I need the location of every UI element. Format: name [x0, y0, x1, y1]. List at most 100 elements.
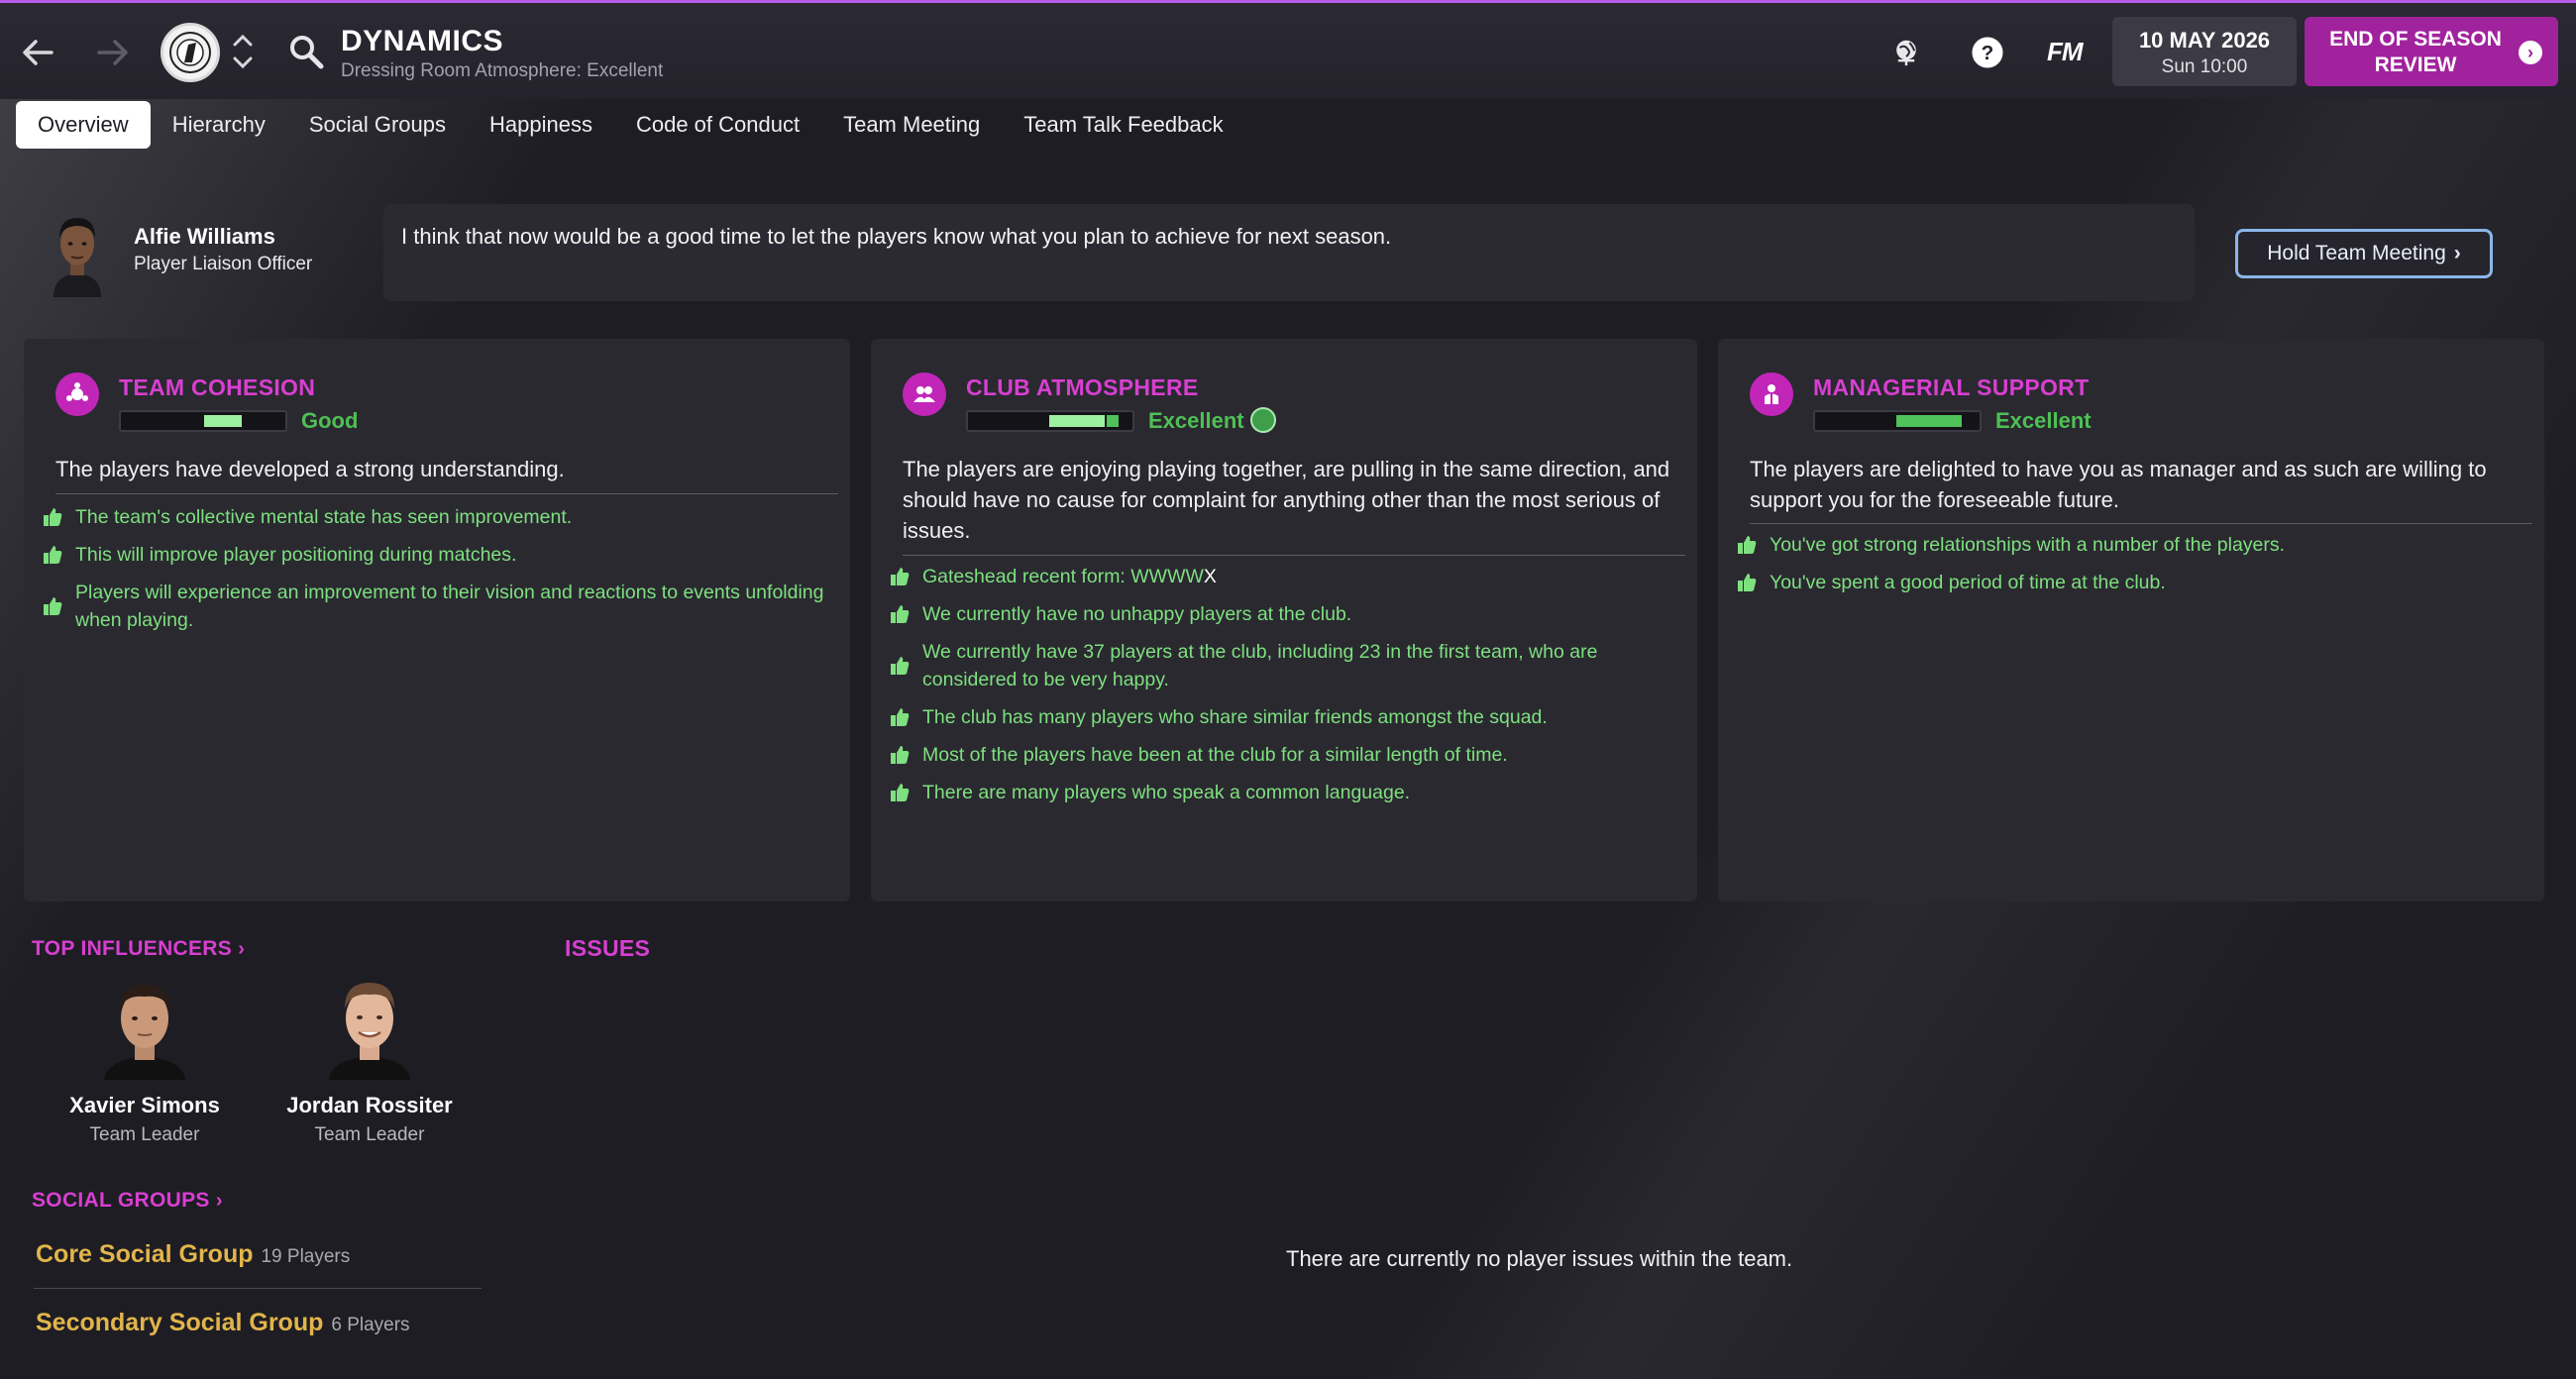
thumbs-up-icon	[889, 782, 911, 803]
time-text: Sun 10:00	[2161, 56, 2248, 77]
social-group-count: 6 Players	[331, 1315, 410, 1335]
team-cohesion-panel: TEAM COHESION Good The players have deve…	[24, 339, 850, 902]
fm-logo[interactable]: FM	[2047, 37, 2084, 67]
page-title: DYNAMICS	[341, 25, 504, 57]
thumbs-up-icon	[1736, 572, 1758, 593]
thumbs-up-icon	[42, 544, 63, 566]
social-group-name: Secondary Social Group	[36, 1309, 324, 1336]
thumbs-up-icon	[1736, 534, 1758, 556]
list-item: This will improve player positioning dur…	[42, 541, 824, 569]
trend-up-icon	[1249, 407, 1276, 434]
managerial-support-panel: MANAGERIAL SUPPORT Excellent The players…	[1718, 339, 2544, 902]
team-cohesion-title: TEAM COHESION	[119, 374, 316, 400]
thumbs-up-icon	[42, 595, 63, 617]
svg-text:?: ?	[1982, 42, 1994, 64]
divider	[903, 555, 1685, 556]
social-groups-link[interactable]: SOCIAL GROUPS ›	[32, 1189, 223, 1213]
page-subtitle: Dressing Room Atmosphere: Excellent	[341, 60, 664, 81]
hold-team-meeting-button[interactable]: Hold Team Meeting ›	[2235, 229, 2493, 278]
list-item: You've got strong relationships with a n…	[1736, 531, 2519, 559]
search-icon[interactable]	[287, 33, 325, 70]
list-item: Most of the players have been at the clu…	[889, 741, 1671, 769]
club-crest-icon[interactable]	[161, 23, 220, 82]
list-item: Gateshead recent form: WWWWX	[889, 563, 1671, 590]
list-item: You've spent a good period of time at th…	[1736, 569, 2519, 596]
meter-fill	[204, 415, 242, 427]
atmosphere-bullets: Gateshead recent form: WWWWX We currentl…	[889, 563, 1671, 816]
forward-button[interactable]	[83, 25, 143, 80]
tab-bar: Overview Hierarchy Social Groups Happine…	[16, 101, 1245, 149]
cohesion-description: The players have developed a strong unde…	[55, 457, 565, 481]
tab-happiness[interactable]: Happiness	[468, 101, 614, 149]
arrow-left-icon	[23, 40, 54, 65]
continue-button[interactable]: END OF SEASON REVIEW ›	[2305, 17, 2558, 86]
influencer-name: Xavier Simons	[69, 1093, 220, 1117]
date-text: 10 MAY 2026	[2138, 28, 2271, 53]
chevron-right-icon: ›	[2519, 41, 2542, 64]
date-display: 10 MAY 2026 Sun 10:00	[2112, 17, 2297, 86]
cohesion-bullets: The team's collective mental state has s…	[42, 503, 824, 644]
club-switch-icon[interactable]	[230, 29, 256, 74]
player-avatar	[329, 983, 410, 1080]
help-icon[interactable]: ?	[1966, 31, 2009, 74]
liaison-avatar[interactable]	[48, 208, 107, 297]
top-influencers-link[interactable]: TOP INFLUENCERS ›	[32, 937, 245, 961]
thumbs-up-icon	[889, 655, 911, 677]
liaison-name[interactable]: Alfie Williams	[134, 224, 275, 250]
influencer-name: Jordan Rossiter	[286, 1093, 453, 1117]
atmosphere-description: The players are enjoying playing togethe…	[903, 457, 1670, 543]
thumbs-up-icon	[889, 744, 911, 766]
support-bullets: You've got strong relationships with a n…	[1736, 531, 2519, 606]
thumbs-up-icon	[889, 603, 911, 625]
liaison-message: I think that now would be a good time to…	[383, 204, 2195, 301]
recent-form-last: X	[1203, 566, 1217, 587]
meter-fill	[1049, 415, 1105, 427]
chevron-right-icon: ›	[215, 1190, 223, 1212]
no-issues-text: There are currently no player issues wit…	[1286, 1246, 1793, 1271]
hold-team-meeting-label: Hold Team Meeting	[2267, 242, 2446, 265]
meter-fill	[1896, 415, 1962, 427]
social-group-item[interactable]: Core Social Group 19 Players	[36, 1240, 350, 1269]
support-description: The players are delighted to have you as…	[1750, 457, 2487, 512]
atmosphere-icon	[903, 372, 946, 416]
list-item: The team's collective mental state has s…	[42, 503, 824, 531]
back-button[interactable]	[8, 25, 67, 80]
social-group-count: 19 Players	[261, 1246, 351, 1267]
cohesion-icon	[55, 372, 99, 416]
chevron-right-icon: ›	[238, 938, 246, 960]
continue-button-label: END OF SEASON REVIEW	[2329, 28, 2502, 76]
club-atmosphere-title: CLUB ATMOSPHERE	[966, 374, 1199, 400]
influencer-card[interactable]: Xavier Simons Team Leader	[46, 971, 244, 1146]
influencer-role: Team Leader	[89, 1124, 200, 1145]
cohesion-meter	[119, 410, 287, 432]
list-item: Players will experience an improvement t…	[42, 579, 824, 634]
divider	[34, 1288, 482, 1289]
arrow-right-icon	[97, 40, 128, 65]
thumbs-up-icon	[42, 506, 63, 528]
list-item: There are many players who speak a commo…	[889, 779, 1671, 806]
world-icon[interactable]	[1884, 31, 1928, 74]
tab-social-groups[interactable]: Social Groups	[287, 101, 468, 149]
list-item: We currently have 37 players at the club…	[889, 638, 1671, 693]
cohesion-rating: Good	[301, 408, 359, 433]
support-meter	[1813, 410, 1982, 432]
player-avatar	[104, 985, 185, 1080]
social-group-item[interactable]: Secondary Social Group 6 Players	[36, 1309, 410, 1337]
managerial-support-title: MANAGERIAL SUPPORT	[1813, 374, 2090, 400]
support-rating: Excellent	[1995, 408, 2092, 433]
tab-team-talk-feedback[interactable]: Team Talk Feedback	[1002, 101, 1244, 149]
managerial-support-icon	[1750, 372, 1793, 416]
tab-team-meeting[interactable]: Team Meeting	[821, 101, 1002, 149]
thumbs-up-icon	[889, 706, 911, 728]
chevron-right-icon: ›	[2453, 242, 2461, 265]
list-item: We currently have no unhappy players at …	[889, 600, 1671, 628]
issues-title: ISSUES	[565, 935, 651, 961]
atmosphere-rating: Excellent	[1148, 407, 1276, 435]
recent-form: Gateshead recent form: WWWW	[922, 566, 1204, 587]
tab-overview[interactable]: Overview	[16, 101, 151, 149]
thumbs-up-icon	[889, 566, 911, 587]
tab-hierarchy[interactable]: Hierarchy	[151, 101, 287, 149]
divider	[55, 493, 838, 494]
tab-code-of-conduct[interactable]: Code of Conduct	[614, 101, 821, 149]
influencer-card[interactable]: Jordan Rossiter Team Leader	[270, 971, 469, 1146]
